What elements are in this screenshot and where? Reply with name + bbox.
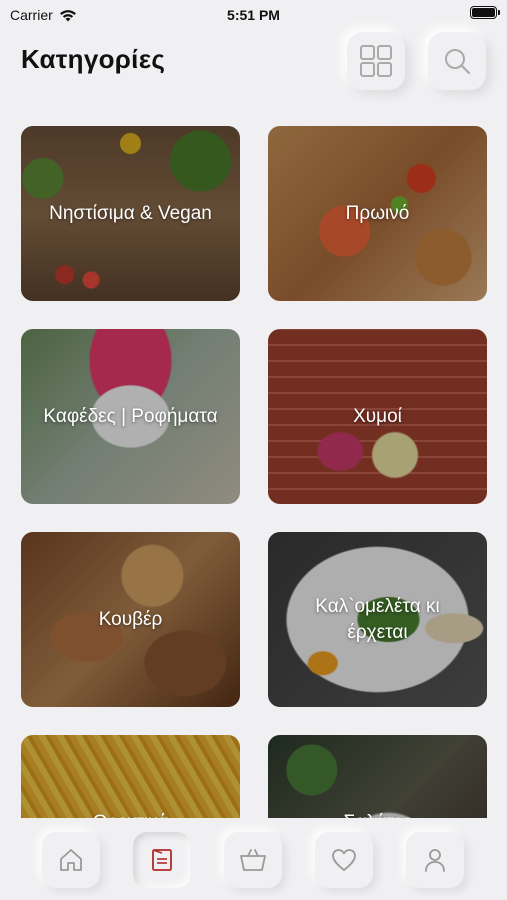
category-card-vegan[interactable]: Νηστίσιμα & Vegan [21,126,240,301]
category-label: Καφέδες | Ροφήματα [43,405,218,427]
user-icon [425,849,445,872]
status-bar: Carrier 5:51 PM [0,0,507,30]
tab-home[interactable] [42,832,100,888]
status-time: 5:51 PM [227,7,280,23]
category-card-bread[interactable]: Κουβέρ [21,532,240,707]
battery-icon [470,6,500,19]
category-label: Κουβέρ [98,608,163,630]
category-card-juices[interactable]: Χυμοί [268,329,487,504]
basket-icon [240,849,266,871]
grid-view-button[interactable] [347,32,405,90]
grid-icon [360,45,392,77]
category-label: Πρωινό [345,202,410,224]
tab-bar [0,818,507,900]
category-card-breakfast[interactable]: Πρωινό [268,126,487,301]
tab-basket[interactable] [224,832,282,888]
heart-icon [332,849,356,871]
search-button[interactable] [428,32,486,90]
category-card-omelette[interactable]: Καλ`ομελέτα κι έρχεται [268,532,487,707]
page-title: Κατηγορίες [21,44,166,74]
category-label: Νηστίσιμα & Vegan [49,202,212,224]
category-card-coffee[interactable]: Καφέδες | Ροφήματα [21,329,240,504]
tab-profile[interactable] [406,832,464,888]
search-icon [445,49,471,75]
menu-icon [152,849,172,871]
tab-menu[interactable] [133,832,191,888]
tab-favorites[interactable] [315,832,373,888]
category-label: Καλ`ομελέτα κι έρχεται [315,595,440,643]
category-label: Χυμοί [353,405,402,427]
home-icon [60,849,82,871]
